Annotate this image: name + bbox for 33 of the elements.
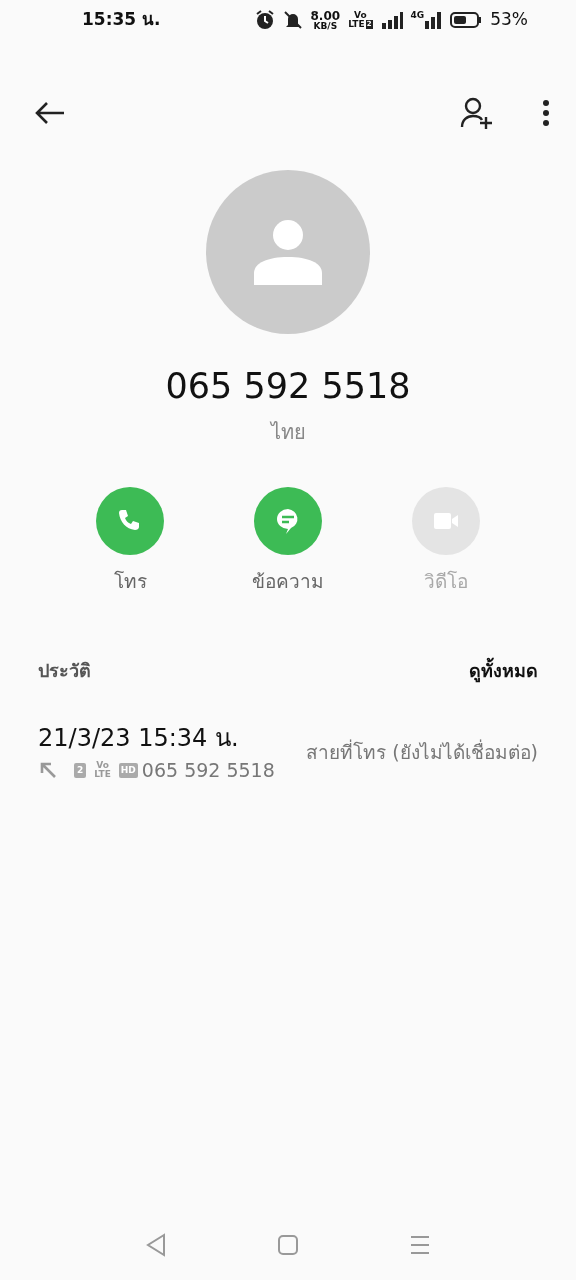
status-time: 15:35 น. xyxy=(82,8,161,32)
speed-unit: KB/S xyxy=(312,21,339,31)
sim-badge: 2 xyxy=(74,762,87,778)
section-title: ประวัติ xyxy=(38,659,91,683)
person-icon xyxy=(253,217,323,287)
battery-percent: 53% xyxy=(490,8,528,32)
volte-text: LTE xyxy=(348,20,365,29)
signal-icon xyxy=(424,11,443,29)
call-status: สายที่โทร (ยังไม่ได้เชื่อมต่อ) xyxy=(306,738,538,765)
see-all-link[interactable]: ดูทั้งหมด xyxy=(469,657,538,684)
home-nav-icon[interactable] xyxy=(277,1234,299,1256)
action-label: วิดีโอ xyxy=(424,568,468,594)
volte-text: Vo xyxy=(353,11,368,20)
call-datetime: 21/3/23 15:34 น. xyxy=(38,723,240,754)
back-nav-icon[interactable] xyxy=(145,1233,167,1257)
phone-number: 065 592 5518 xyxy=(164,365,412,408)
hd-badge: HD xyxy=(118,762,138,778)
alarm-icon xyxy=(254,10,275,30)
battery-icon xyxy=(450,11,483,29)
volte-text: Vo xyxy=(96,761,109,771)
speed-text: 8.00 xyxy=(310,9,341,22)
back-arrow-icon[interactable] xyxy=(34,101,66,125)
action-label: โทร xyxy=(113,568,147,594)
action-label: ข้อความ xyxy=(252,568,324,594)
location-text: ไทย xyxy=(269,418,307,446)
network-type: 4G xyxy=(410,11,425,20)
signal-icon xyxy=(380,11,403,29)
add-contact-icon[interactable] xyxy=(460,97,494,129)
more-options-icon[interactable] xyxy=(542,99,550,127)
muted-bell-icon xyxy=(282,10,303,30)
menu-icon[interactable] xyxy=(409,1234,431,1256)
call-number: 065 592 5518 xyxy=(141,758,275,783)
volte-text: LTE xyxy=(94,770,111,780)
